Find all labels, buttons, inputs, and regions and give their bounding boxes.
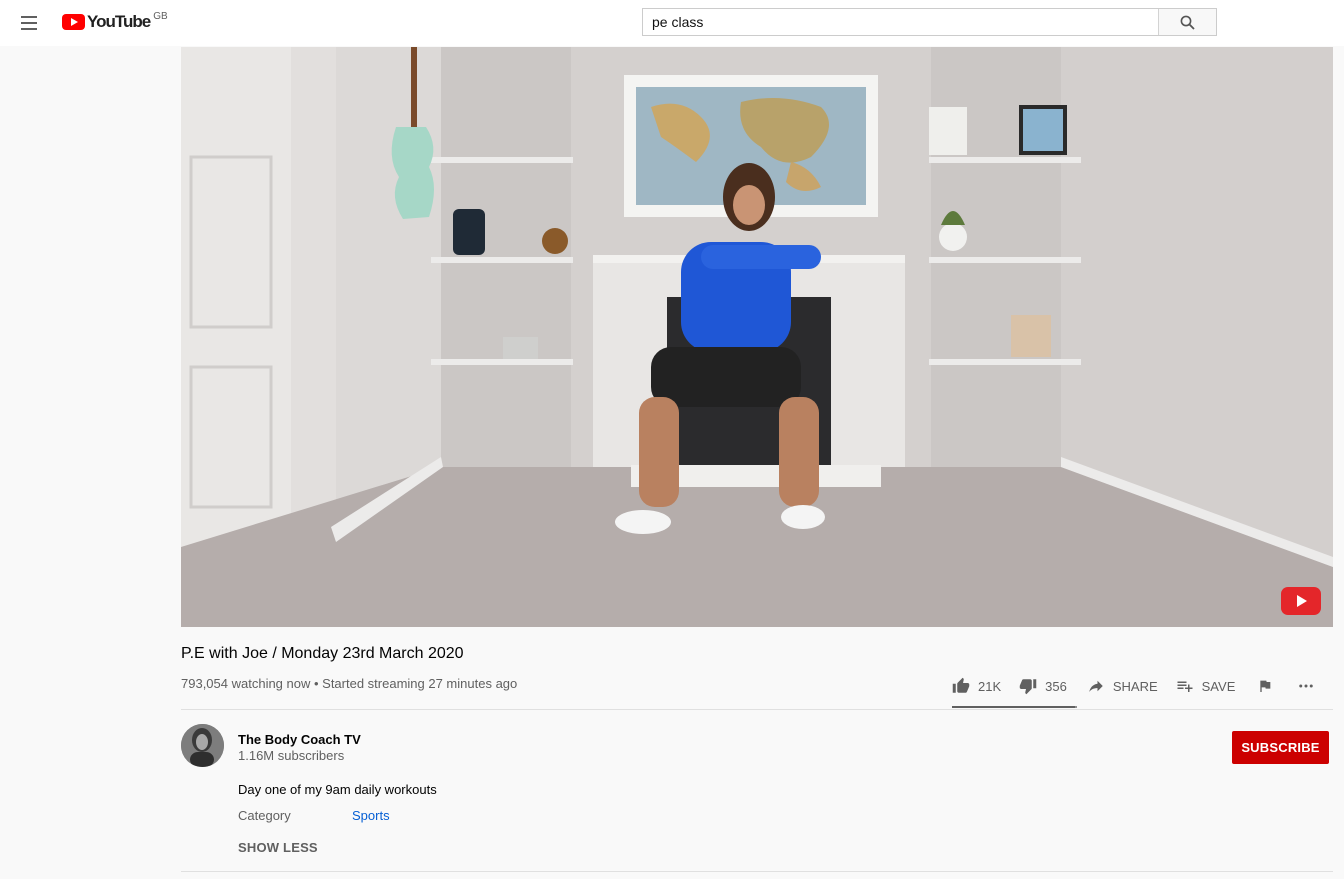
subscribe-button[interactable]: SUBSCRIBE (1232, 731, 1329, 764)
thumbs-up-icon (952, 677, 970, 693)
search-input[interactable] (643, 9, 1158, 35)
youtube-play-icon (62, 14, 85, 30)
dislike-count: 356 (1045, 678, 1067, 694)
divider (181, 709, 1333, 710)
flag-icon (1260, 680, 1271, 692)
thumbs-down-icon (1019, 679, 1037, 695)
search-icon (1180, 15, 1195, 30)
youtube-logo[interactable]: YouTube GB (62, 11, 168, 34)
share-label: SHARE (1112, 678, 1158, 694)
search-button[interactable] (1158, 9, 1216, 35)
divider (181, 871, 1333, 872)
save-button[interactable]: SAVE (1176, 677, 1236, 695)
youtube-watermark-icon[interactable] (1281, 587, 1321, 615)
sentiment-bar (952, 706, 1077, 708)
show-less-button[interactable]: SHOW LESS (238, 840, 318, 855)
logo-text: YouTube (87, 12, 151, 31)
dislike-button[interactable]: 356 (1019, 677, 1067, 695)
hamburger-menu-icon[interactable] (18, 12, 42, 34)
sentiment-bar-fill (952, 706, 1075, 708)
more-horiz-icon (1299, 684, 1314, 688)
channel-name[interactable]: The Body Coach TV (238, 732, 361, 747)
like-count: 21K (978, 678, 1002, 694)
subscriber-count: 1.16M subscribers (238, 748, 345, 763)
share-icon (1089, 680, 1103, 692)
video-actions: 21K 356 SHARE SAVE (952, 672, 1315, 700)
category-link[interactable]: Sports (352, 808, 390, 823)
save-label: SAVE (1201, 678, 1236, 694)
channel-avatar[interactable] (181, 724, 224, 767)
share-button[interactable]: SHARE (1087, 677, 1158, 695)
video-player[interactable] (181, 47, 1333, 627)
avatar-image (181, 724, 224, 767)
more-actions-button[interactable] (1297, 677, 1315, 695)
video-title: P.E with Joe / Monday 23rd March 2020 (181, 645, 464, 662)
video-meta: 793,054 watching now • Started streaming… (181, 676, 518, 691)
category-label: Category (238, 808, 291, 823)
search-box (642, 8, 1217, 36)
video-description: Day one of my 9am daily workouts (238, 782, 437, 797)
like-button[interactable]: 21K (952, 677, 1001, 695)
video-frame (181, 47, 1333, 627)
masthead: YouTube GB (0, 0, 1344, 46)
playlist-add-icon (1177, 681, 1193, 692)
report-button[interactable] (1257, 678, 1273, 694)
region-code: GB (153, 11, 168, 22)
